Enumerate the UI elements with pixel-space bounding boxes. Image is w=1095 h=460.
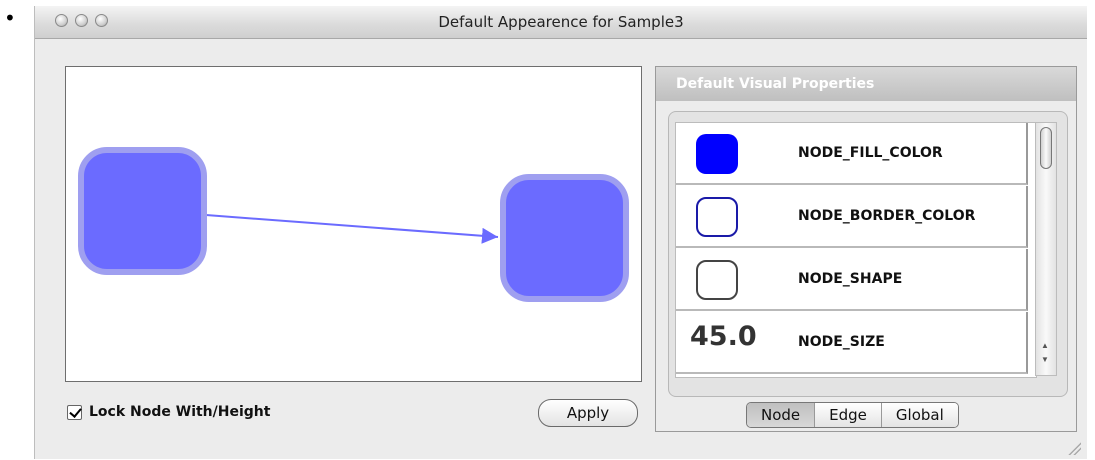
property-row-node-size[interactable]: 45.0 NODE_SIZE <box>676 312 1028 374</box>
list-bullet: • <box>4 6 16 30</box>
dialog-window: Default Appearence for Sample3 Lock Node… <box>34 6 1087 459</box>
panel-header: Default Visual Properties <box>656 67 1076 101</box>
lock-node-checkbox[interactable] <box>67 404 82 420</box>
property-label: NODE_BORDER_COLOR <box>798 208 976 224</box>
border-color-swatch-icon <box>696 197 738 237</box>
window-title: Default Appearence for Sample3 <box>438 13 684 31</box>
lock-node-size-option[interactable]: Lock Node With/Height <box>67 404 270 420</box>
shape-swatch-icon <box>696 260 738 300</box>
edge-line[interactable] <box>205 214 499 244</box>
scroll-up-arrow-icon[interactable]: ▲ <box>1041 341 1049 351</box>
property-row-node-fill-color[interactable]: NODE_FILL_COLOR <box>676 123 1028 185</box>
object-type-tabs: Node Edge Global <box>746 402 959 428</box>
scrollbar-thumb[interactable] <box>1040 127 1052 169</box>
fill-color-swatch-icon <box>696 134 738 174</box>
tab-global[interactable]: Global <box>881 403 958 427</box>
apply-button[interactable]: Apply <box>538 399 638 427</box>
visual-properties-panel: Default Visual Properties NODE_FILL_COLO… <box>655 66 1077 432</box>
lock-node-label: Lock Node With/Height <box>89 404 271 420</box>
tab-node[interactable]: Node <box>747 403 816 427</box>
node-size-value: 45.0 <box>690 321 757 352</box>
source-node[interactable] <box>78 147 207 275</box>
property-label: NODE_SHAPE <box>798 271 903 287</box>
property-list-scrollbar[interactable]: ▲ ▼ <box>1035 122 1057 376</box>
property-label: NODE_FILL_COLOR <box>798 145 943 161</box>
network-preview-svg <box>78 147 629 302</box>
property-row-node-shape[interactable]: NODE_SHAPE <box>676 249 1028 311</box>
title-bar: Default Appearence for Sample3 <box>35 6 1087 39</box>
scroll-down-arrow-icon[interactable]: ▼ <box>1041 355 1049 365</box>
property-row-node-border-color[interactable]: NODE_BORDER_COLOR <box>676 186 1028 248</box>
property-label: NODE_SIZE <box>798 334 885 350</box>
network-preview-canvas[interactable] <box>65 66 642 382</box>
properties-container: NODE_FILL_COLOR NODE_BORDER_COLOR NODE_S… <box>668 111 1068 397</box>
target-node[interactable] <box>500 174 629 302</box>
tab-edge[interactable]: Edge <box>815 403 882 427</box>
property-list[interactable]: NODE_FILL_COLOR NODE_BORDER_COLOR NODE_S… <box>675 122 1037 378</box>
resize-grip-icon[interactable] <box>1067 441 1081 455</box>
